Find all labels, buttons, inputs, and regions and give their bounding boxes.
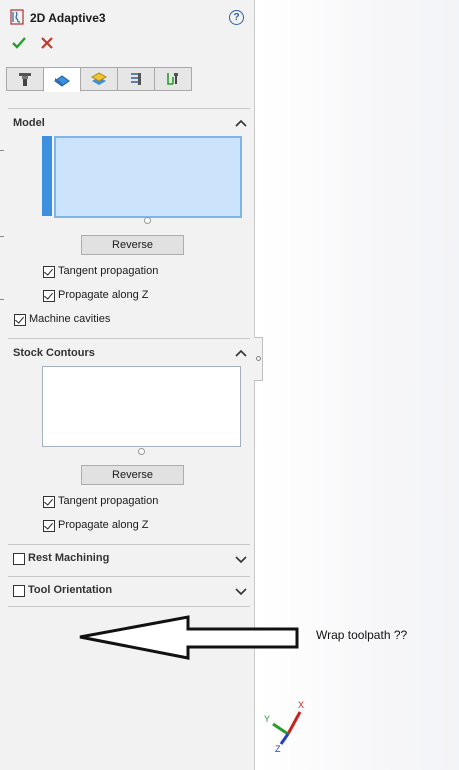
z-axis-label: Z	[275, 744, 281, 754]
geometry-icon	[54, 74, 70, 87]
annotation-arrow	[79, 615, 299, 660]
machine-cavities-checkbox[interactable]	[14, 314, 26, 326]
stock-propagate-checkbox[interactable]	[43, 520, 55, 532]
rest-machining-checkbox[interactable]	[13, 553, 25, 565]
section-divider	[8, 108, 250, 109]
stock-section-title: Stock Contours	[13, 347, 95, 359]
tab-bar	[6, 67, 192, 92]
model-tangent-checkbox[interactable]	[43, 266, 55, 278]
model-tangent-label: Tangent propagation	[58, 265, 159, 277]
section-divider	[8, 544, 250, 545]
tool-orientation-checkbox[interactable]	[13, 585, 25, 597]
resize-grip[interactable]	[144, 217, 151, 224]
panel-splitter-handle[interactable]	[254, 337, 263, 381]
stock-propagate-label: Propagate along Z	[58, 519, 149, 531]
tab-heights[interactable]	[80, 67, 118, 91]
rest-machining-label: Rest Machining	[28, 552, 110, 564]
chevron-down-icon[interactable]	[234, 554, 248, 564]
tab-geometry[interactable]	[43, 67, 81, 92]
chevron-up-icon[interactable]	[234, 348, 248, 358]
y-axis-label: Y	[264, 714, 270, 724]
tab-linking[interactable]	[154, 67, 192, 91]
stock-selection-box[interactable]	[42, 366, 241, 447]
tool-icon	[19, 73, 31, 86]
model-propagate-label: Propagate along Z	[58, 289, 149, 301]
ok-button[interactable]	[11, 35, 27, 51]
tab-tool[interactable]	[6, 67, 44, 91]
x-axis-label: X	[298, 700, 304, 710]
ruler-tick	[0, 299, 4, 300]
selection-color-strip	[42, 136, 52, 216]
machine-cavities-label: Machine cavities	[29, 313, 111, 325]
adaptive-feature-icon	[10, 9, 24, 25]
page-title: 2D Adaptive3	[30, 11, 106, 25]
heights-icon	[90, 72, 108, 85]
section-divider	[8, 338, 250, 339]
model-reverse-button[interactable]: Reverse	[81, 235, 184, 255]
ruler-tick	[0, 236, 4, 237]
section-divider	[8, 606, 250, 607]
linking-icon	[167, 73, 178, 85]
axis-triad-icon: X Y Z	[264, 700, 304, 754]
tool-orientation-label: Tool Orientation	[28, 584, 113, 596]
annotation-text: Wrap toolpath ??	[316, 628, 408, 642]
cancel-button[interactable]	[39, 35, 55, 51]
chevron-down-icon[interactable]	[234, 586, 248, 596]
ruler-tick	[0, 150, 4, 151]
help-icon[interactable]: ?	[229, 10, 244, 25]
passes-icon	[131, 73, 141, 85]
stock-tangent-checkbox[interactable]	[43, 496, 55, 508]
resize-grip[interactable]	[138, 448, 145, 455]
model-propagate-checkbox[interactable]	[43, 290, 55, 302]
stock-reverse-button[interactable]: Reverse	[81, 465, 184, 485]
panel-header: 2D Adaptive3 ?	[0, 0, 254, 34]
chevron-up-icon[interactable]	[234, 118, 248, 128]
model-selection-box[interactable]	[54, 136, 242, 218]
stock-tangent-label: Tangent propagation	[58, 495, 159, 507]
section-divider	[8, 576, 250, 577]
tab-passes[interactable]	[117, 67, 155, 91]
model-section-title: Model	[13, 117, 45, 129]
